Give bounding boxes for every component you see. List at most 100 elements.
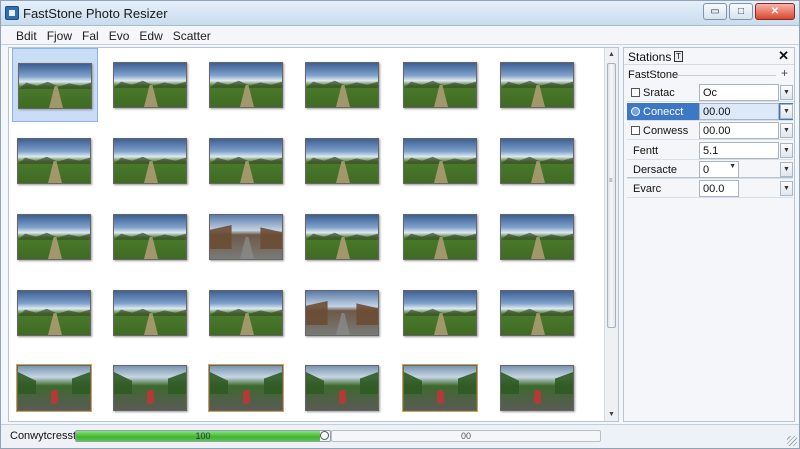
- property-value[interactable]: 5.1: [699, 142, 779, 159]
- secondary-progress-label: 00: [460, 431, 471, 441]
- thumbnail-image: [17, 214, 91, 260]
- thumbnail-item[interactable]: [12, 48, 98, 122]
- property-value[interactable]: 00.00: [699, 122, 779, 139]
- vertical-scrollbar[interactable]: ▲ ≡ ▼: [604, 48, 618, 421]
- panel-title: Stations: [628, 50, 672, 64]
- menu-item-fal[interactable]: Fal: [77, 26, 104, 44]
- thumbnail-image: [305, 214, 379, 260]
- property-name: Conwess: [643, 125, 689, 137]
- secondary-progress-bar: 00: [331, 430, 601, 442]
- thumbnail-image: [500, 214, 574, 260]
- dropdown-arrow-icon[interactable]: ▼: [780, 143, 793, 158]
- thumbnail-item[interactable]: [108, 351, 194, 421]
- thumbnail-image: [17, 138, 91, 184]
- menu-item-edw[interactable]: Edw: [134, 26, 167, 44]
- thumbnail-image: [113, 138, 187, 184]
- dropdown-arrow-icon[interactable]: ▼: [780, 123, 793, 138]
- property-row-dersacte[interactable]: Dersacte 0 ▼ ▼: [627, 161, 793, 179]
- dropdown-arrow-icon[interactable]: ▼: [780, 85, 793, 100]
- thumbnail-image: [209, 62, 283, 108]
- thumbnail-item[interactable]: [108, 276, 194, 350]
- thumbnail-item[interactable]: [204, 351, 290, 421]
- thumbnail-image: [113, 365, 187, 411]
- menu-item-fjow[interactable]: Fjow: [42, 26, 77, 44]
- thumbnail-item[interactable]: [398, 48, 484, 122]
- thumbnail-item[interactable]: [12, 200, 98, 274]
- panel-close-icon[interactable]: ✕: [778, 48, 789, 64]
- thumbnail-image: [403, 62, 477, 108]
- thumbnail-image: [403, 290, 477, 336]
- properties-panel: Stations T ✕ FastStone + Sratac Oc ▼ Con…: [623, 47, 795, 422]
- property-row-conwess[interactable]: Conwess 00.00 ▼: [627, 122, 793, 140]
- thumbnail-image: [403, 365, 477, 411]
- panel-header: Stations T ✕: [624, 48, 794, 65]
- progress-bar: 100: [75, 430, 331, 442]
- thumbnail-item[interactable]: [12, 124, 98, 198]
- property-row-conecct[interactable]: Conecct 00.00 ▼: [627, 103, 793, 121]
- thumbnail-item[interactable]: [300, 276, 386, 350]
- property-name: Conecct: [643, 106, 684, 118]
- thumbnail-item[interactable]: [495, 48, 581, 122]
- property-row-fentt[interactable]: Fentt 5.1 ▼: [627, 142, 793, 160]
- thumbnail-item[interactable]: [12, 351, 98, 421]
- pin-icon[interactable]: T: [674, 51, 683, 62]
- thumbnail-item[interactable]: [398, 351, 484, 421]
- scrollbar-thumb[interactable]: ≡: [607, 63, 616, 328]
- thumbnail-item[interactable]: [398, 124, 484, 198]
- thumbnail-item[interactable]: [495, 276, 581, 350]
- dropdown-arrow-icon[interactable]: ▼: [780, 181, 793, 196]
- property-radio[interactable]: [631, 107, 640, 116]
- progress-handle[interactable]: [320, 431, 329, 440]
- menu-item-evo[interactable]: Evo: [104, 26, 135, 44]
- thumbnail-item[interactable]: [108, 48, 194, 122]
- dropdown-arrow-icon[interactable]: ▼: [780, 162, 793, 177]
- menu-item-bdit[interactable]: Bdit: [11, 26, 42, 44]
- chevron-down-icon[interactable]: ▼: [729, 163, 736, 170]
- property-checkbox[interactable]: [631, 88, 640, 97]
- thumbnail-item[interactable]: [495, 124, 581, 198]
- property-row-evarc[interactable]: Evarc 00.0 ▼: [627, 180, 793, 198]
- thumbnail-item[interactable]: [495, 200, 581, 274]
- property-value[interactable]: 00.0: [699, 180, 739, 197]
- minimize-button[interactable]: ▭: [703, 3, 727, 20]
- thumbnail-item[interactable]: [204, 124, 290, 198]
- property-name: Evarc: [633, 183, 662, 195]
- property-row-sratac[interactable]: Sratac Oc ▼: [627, 84, 793, 102]
- thumbnail-item[interactable]: [300, 351, 386, 421]
- thumbnail-item[interactable]: [495, 351, 581, 421]
- thumbnail-item[interactable]: [398, 276, 484, 350]
- thumbnail-item[interactable]: [108, 200, 194, 274]
- resize-grip-icon[interactable]: [787, 436, 797, 446]
- thumbnail-item[interactable]: [108, 124, 194, 198]
- thumbnail-item[interactable]: [204, 48, 290, 122]
- property-value[interactable]: 0 ▼: [699, 161, 739, 178]
- thumbnail-item[interactable]: [300, 200, 386, 274]
- thumbnail-grid: [9, 48, 605, 421]
- property-value[interactable]: Oc: [699, 84, 779, 101]
- title-bar[interactable]: FastStone Photo Resizer ▭ □ ✕: [1, 1, 799, 26]
- window-title: FastStone Photo Resizer: [23, 6, 168, 21]
- thumbnail-item[interactable]: [300, 48, 386, 122]
- thumbnail-item[interactable]: [398, 200, 484, 274]
- scroll-down-icon[interactable]: ▼: [605, 408, 618, 421]
- panel-group-header: FastStone +: [624, 66, 794, 82]
- thumbnail-image: [113, 290, 187, 336]
- thumbnail-item[interactable]: [204, 276, 290, 350]
- property-name: Fentt: [633, 145, 659, 157]
- property-checkbox[interactable]: [631, 126, 640, 135]
- dropdown-arrow-icon[interactable]: ▼: [780, 104, 793, 119]
- property-value[interactable]: 00.00: [699, 103, 779, 120]
- thumbnail-item[interactable]: [12, 276, 98, 350]
- add-icon[interactable]: +: [781, 66, 788, 80]
- close-button[interactable]: ✕: [755, 3, 795, 20]
- scroll-up-icon[interactable]: ▲: [605, 48, 618, 61]
- window-controls: ▭ □ ✕: [703, 3, 795, 20]
- thumbnail-image: [500, 290, 574, 336]
- thumbnail-image: [305, 62, 379, 108]
- thumbnail-item[interactable]: [204, 200, 290, 274]
- app-icon: [5, 6, 19, 20]
- thumbnail-item[interactable]: [300, 124, 386, 198]
- menu-item-scatter[interactable]: Scatter: [168, 26, 216, 44]
- maximize-button[interactable]: □: [729, 3, 753, 20]
- thumbnail-image: [500, 365, 574, 411]
